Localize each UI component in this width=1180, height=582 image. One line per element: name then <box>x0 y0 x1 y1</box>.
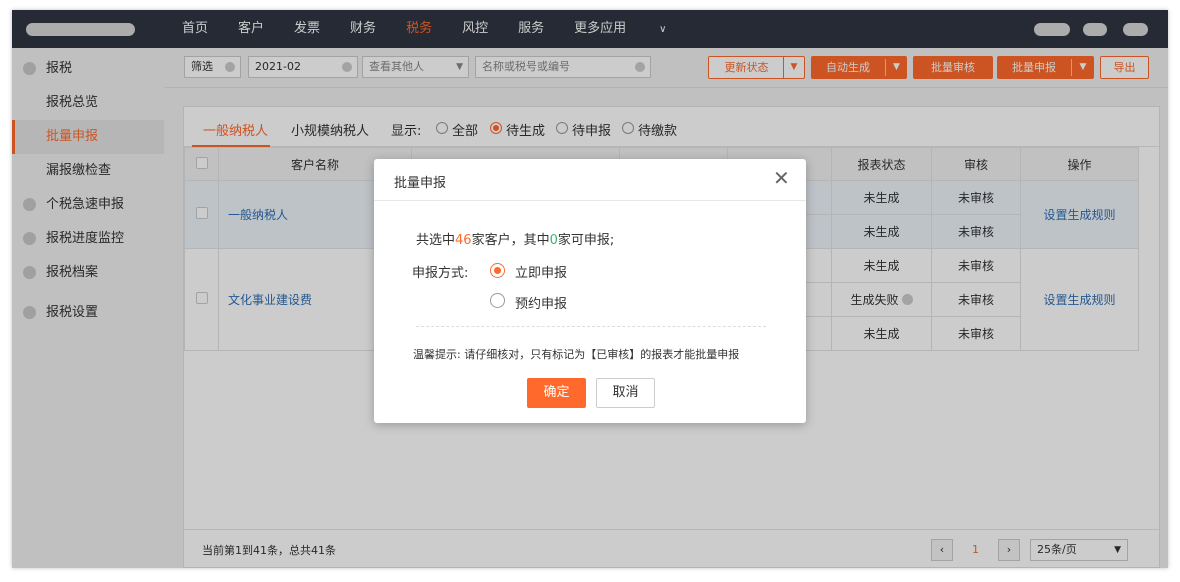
cancel-button[interactable]: 取消 <box>596 378 655 408</box>
option-label-immediate[interactable]: 立即申报 <box>515 262 567 281</box>
option-radio-scheduled[interactable] <box>490 293 505 308</box>
confirm-button[interactable]: 确定 <box>527 378 586 408</box>
dialog-title: 批量申报 <box>394 176 447 191</box>
batch-declare-dialog: 批量申报 ✕ 共选中46家客户，其中0家可申报; 申报方式: 立即申报 预约申报… <box>374 159 806 423</box>
warm-tip: 温馨提示: 请仔细核对，只有标记为【已审核】的报表才能批量申报 <box>413 348 740 361</box>
declare-method-label: 申报方式: <box>412 266 469 281</box>
divider <box>416 326 766 327</box>
selected-count: 46 <box>455 233 472 248</box>
summary-prefix: 共选中 <box>416 233 456 248</box>
declarable-count: 0 <box>549 233 558 248</box>
selection-summary: 共选中46家客户，其中0家可申报; <box>416 229 614 248</box>
option-radio-immediate[interactable] <box>490 263 505 278</box>
summary-suffix: 家可申报; <box>557 233 615 248</box>
option-label-scheduled[interactable]: 预约申报 <box>515 293 567 312</box>
close-icon[interactable]: ✕ <box>773 167 790 189</box>
summary-middle: 家客户，其中 <box>471 233 550 248</box>
dialog-header: 批量申报 ✕ <box>374 159 806 201</box>
